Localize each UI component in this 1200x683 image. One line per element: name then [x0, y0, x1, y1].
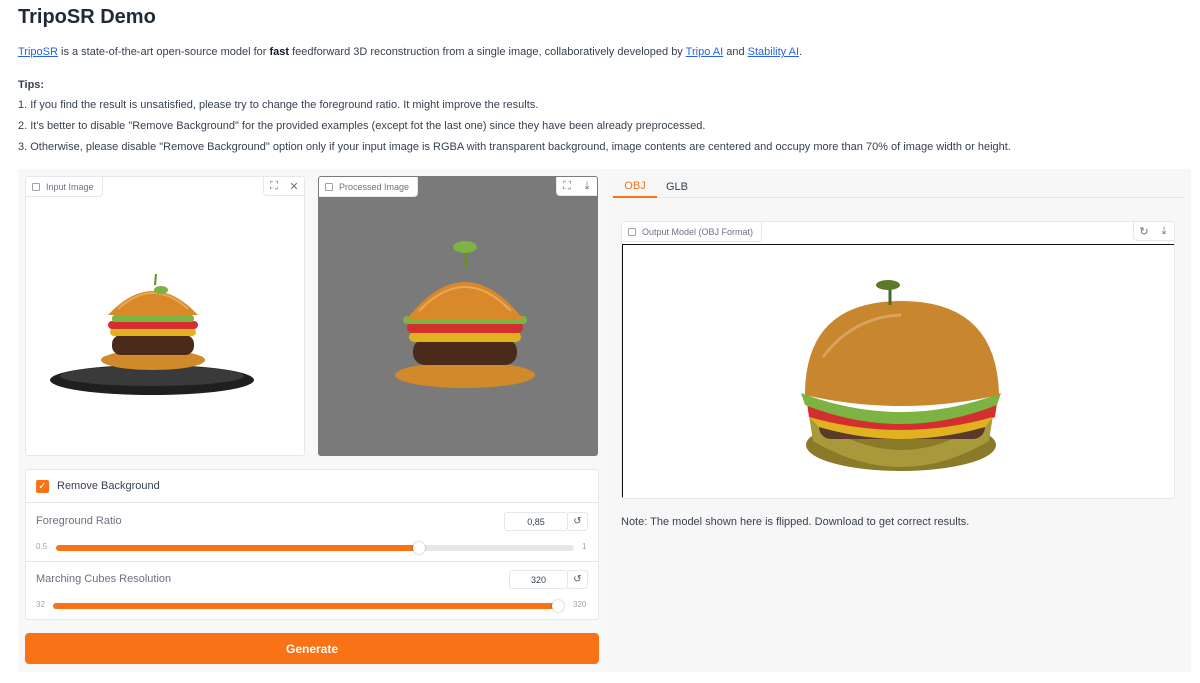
foreground-ratio-min: 0.5: [36, 542, 48, 551]
marching-cubes-input[interactable]: 320: [509, 570, 568, 589]
model-canvas[interactable]: [622, 244, 1174, 498]
marching-cubes-min: 32: [36, 600, 45, 609]
input-image-label: Input Image: [26, 177, 103, 197]
processed-image-label: Processed Image: [319, 177, 419, 197]
intro-bold-fast: fast: [269, 46, 290, 58]
foreground-ratio-max: 1: [582, 542, 587, 551]
tripo-ai-link[interactable]: Tripo AI: [686, 46, 724, 58]
processed-image-label-text: Processed Image: [339, 181, 410, 192]
marching-cubes-max: 320: [573, 600, 587, 609]
output-model-viewer[interactable]: Output Model (OBJ Format) ↻ ⤓: [621, 221, 1175, 499]
output-model-label: Output Model (OBJ Format): [622, 222, 763, 242]
output-model-label-text: Output Model (OBJ Format): [642, 226, 754, 237]
generate-button[interactable]: Generate: [25, 633, 599, 664]
marching-cubes-block: Marching Cubes Resolution 320 ↺ 32 320: [26, 562, 598, 620]
output-tabs: OBJ GLB: [611, 175, 1184, 198]
processed-image-tools: ⛶ ⤓: [556, 177, 597, 196]
remove-background-checkbox[interactable]: ✓: [36, 479, 49, 493]
stability-ai-link[interactable]: Stability AI: [748, 46, 799, 58]
fullscreen-icon[interactable]: ⛶: [557, 177, 577, 195]
intro-text-part: feedforward 3D reconstruction from a sin…: [289, 46, 686, 58]
tab-glb[interactable]: GLB: [657, 175, 697, 198]
close-icon[interactable]: ✕: [284, 177, 304, 195]
tip-item: 1. If you find the result is unsatisfied…: [18, 99, 539, 111]
remove-background-label: Remove Background: [57, 480, 160, 492]
fullscreen-icon[interactable]: ⛶: [264, 177, 284, 195]
marching-cubes-label: Marching Cubes Resolution: [36, 573, 172, 585]
input-image-tools: ⛶ ✕: [263, 177, 304, 196]
foreground-ratio-input[interactable]: 0,85: [504, 512, 568, 531]
slider-fill: [53, 603, 564, 609]
slider-thumb[interactable]: [412, 542, 425, 554]
foreground-ratio-block: Foreground Ratio 0,85 ↺ 0.5 1: [26, 504, 598, 562]
remove-background-row[interactable]: ✓ Remove Background: [26, 470, 598, 503]
undo-icon[interactable]: ↻: [1134, 222, 1154, 240]
image-icon: [325, 182, 333, 191]
reset-icon[interactable]: ↺: [567, 570, 588, 589]
intro-text-part: and: [723, 46, 748, 58]
tip-item: 2. It's better to disable "Remove Backgr…: [18, 120, 706, 132]
tips-heading: Tips:: [18, 79, 45, 91]
input-image-label-text: Input Image: [46, 181, 94, 192]
page-title: TripoSR Demo: [18, 6, 156, 28]
tab-obj[interactable]: OBJ: [613, 175, 657, 198]
tip-item: 3. Otherwise, please disable "Remove Bac…: [18, 141, 1011, 153]
reset-icon[interactable]: ↺: [567, 512, 588, 531]
intro-text-part: .: [799, 46, 803, 58]
foreground-ratio-slider[interactable]: [56, 542, 574, 554]
marching-cubes-slider[interactable]: [53, 600, 564, 612]
triposr-link[interactable]: TripoSR: [18, 46, 58, 58]
file-icon: [628, 227, 636, 236]
output-note: Note: The model shown here is flipped. D…: [621, 516, 970, 528]
output-model-tools: ↻ ⤓: [1133, 222, 1174, 241]
foreground-ratio-label: Foreground Ratio: [36, 515, 122, 527]
input-image-box[interactable]: Input Image ⛶ ✕: [25, 176, 305, 456]
intro-text-part: is a state-of-the-art open-source model …: [57, 46, 270, 58]
slider-fill: [56, 545, 419, 551]
burger-processed-image: [395, 241, 535, 388]
download-icon[interactable]: ⤓: [577, 177, 597, 195]
slider-thumb[interactable]: [552, 600, 564, 612]
burger-on-plate-image: [50, 273, 254, 395]
settings-form: ✓ Remove Background Foreground Ratio 0,8…: [25, 469, 599, 620]
burger-3d-model: [801, 280, 1001, 471]
intro-text: TripoSR is a state-of-the-art open-sourc…: [18, 46, 802, 58]
processed-image-box[interactable]: Processed Image ⛶ ⤓: [318, 176, 598, 456]
download-icon[interactable]: ⤓: [1154, 222, 1174, 240]
image-icon: [32, 182, 40, 191]
